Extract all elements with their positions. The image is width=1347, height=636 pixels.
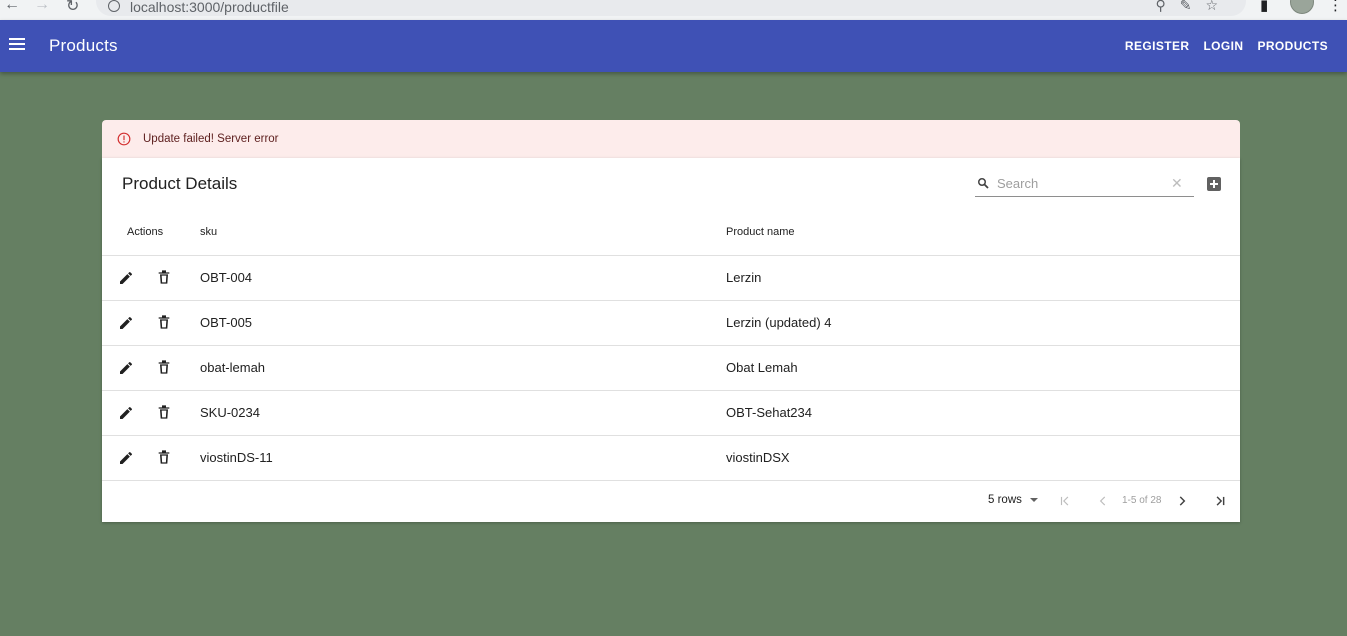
search-field: ✕ bbox=[975, 172, 1194, 197]
table-header: Actions sku Product name bbox=[102, 210, 1240, 256]
product-table-card: Product Details ✕ Actions sku Product na… bbox=[102, 158, 1240, 522]
edit-icon[interactable] bbox=[118, 360, 134, 376]
table-row: OBT-005 Lerzin (updated) 4 bbox=[102, 301, 1240, 346]
app-bar: Products REGISTER LOGIN PRODUCTS bbox=[0, 20, 1347, 72]
browser-toolbar: ← → ↻ localhost:3000/productfile ⚲✎☆ ▮ ⋮ bbox=[0, 0, 1347, 21]
pagination-range: 1-5 of 28 bbox=[1122, 495, 1162, 506]
edit-icon[interactable] bbox=[118, 405, 134, 421]
table-title: Product Details bbox=[122, 174, 238, 193]
clear-search-icon[interactable]: ✕ bbox=[1171, 176, 1183, 190]
sku-cell: obat-lemah bbox=[200, 360, 266, 375]
delete-icon[interactable] bbox=[157, 269, 171, 285]
search-input[interactable] bbox=[997, 173, 1167, 193]
table-pagination: 5 rows 1-5 of 28 bbox=[102, 480, 1240, 522]
column-header-actions: Actions bbox=[127, 226, 164, 238]
error-outline-icon bbox=[117, 132, 131, 146]
table-row: SKU-0234 OBT-Sehat234 bbox=[102, 391, 1240, 436]
delete-icon[interactable] bbox=[157, 404, 171, 420]
menu-icon[interactable] bbox=[9, 36, 25, 54]
rows-per-page-select[interactable]: 5 rows bbox=[988, 494, 1038, 506]
app-title: Products bbox=[49, 36, 118, 55]
product-name-cell: Lerzin bbox=[726, 270, 762, 285]
delete-icon[interactable] bbox=[157, 314, 171, 330]
nav-login[interactable]: LOGIN bbox=[1196, 39, 1250, 53]
side-panel-icon[interactable]: ▮ bbox=[1260, 0, 1268, 14]
product-name-cell: Obat Lemah bbox=[726, 360, 798, 375]
site-info-icon[interactable] bbox=[108, 0, 120, 12]
column-header-sku[interactable]: sku bbox=[200, 226, 217, 238]
product-name-cell: Lerzin (updated) 4 bbox=[726, 315, 832, 330]
column-header-product-name[interactable]: Product name bbox=[726, 226, 794, 238]
first-page-icon[interactable] bbox=[1058, 494, 1072, 508]
back-arrow-icon[interactable]: ← bbox=[4, 0, 20, 14]
edit-icon[interactable] bbox=[118, 450, 134, 466]
sku-cell: viostinDS-11 bbox=[200, 450, 273, 465]
delete-icon[interactable] bbox=[157, 449, 171, 465]
add-product-icon[interactable] bbox=[1207, 177, 1221, 191]
product-name-cell: OBT-Sehat234 bbox=[726, 405, 812, 420]
address-bar[interactable]: localhost:3000/productfile ⚲✎☆ bbox=[96, 0, 1246, 16]
previous-page-icon[interactable] bbox=[1096, 494, 1110, 508]
edit-icon[interactable] bbox=[118, 270, 134, 286]
url-text[interactable]: localhost:3000/productfile bbox=[130, 0, 289, 15]
alert-message: Update failed! Server error bbox=[143, 133, 279, 145]
next-page-icon[interactable] bbox=[1175, 494, 1189, 508]
table-row: OBT-004 Lerzin bbox=[102, 256, 1240, 301]
table-row: viostinDS-11 viostinDSX bbox=[102, 436, 1240, 481]
address-bar-icons[interactable]: ⚲✎☆ bbox=[1155, 0, 1232, 14]
dropdown-caret-icon bbox=[1029, 497, 1038, 502]
nav-products[interactable]: PRODUCTS bbox=[1250, 39, 1335, 53]
search-icon bbox=[978, 178, 989, 189]
sku-cell: SKU-0234 bbox=[200, 405, 260, 420]
sku-cell: OBT-004 bbox=[200, 270, 253, 285]
nav-register[interactable]: REGISTER bbox=[1118, 39, 1197, 53]
forward-arrow-icon[interactable]: → bbox=[34, 0, 50, 14]
reload-icon[interactable]: ↻ bbox=[66, 0, 79, 16]
delete-icon[interactable] bbox=[157, 359, 171, 375]
more-menu-icon[interactable]: ⋮ bbox=[1328, 0, 1343, 14]
last-page-icon[interactable] bbox=[1213, 494, 1227, 508]
error-alert: Update failed! Server error bbox=[102, 120, 1240, 158]
table-row: obat-lemah Obat Lemah bbox=[102, 346, 1240, 391]
rows-per-page-value: 5 rows bbox=[988, 494, 1022, 506]
sku-cell: OBT-005 bbox=[200, 315, 253, 330]
product-name-cell: viostinDSX bbox=[726, 450, 790, 465]
nav-links: REGISTER LOGIN PRODUCTS bbox=[1118, 39, 1335, 53]
edit-icon[interactable] bbox=[118, 315, 134, 331]
profile-avatar[interactable] bbox=[1290, 0, 1314, 14]
